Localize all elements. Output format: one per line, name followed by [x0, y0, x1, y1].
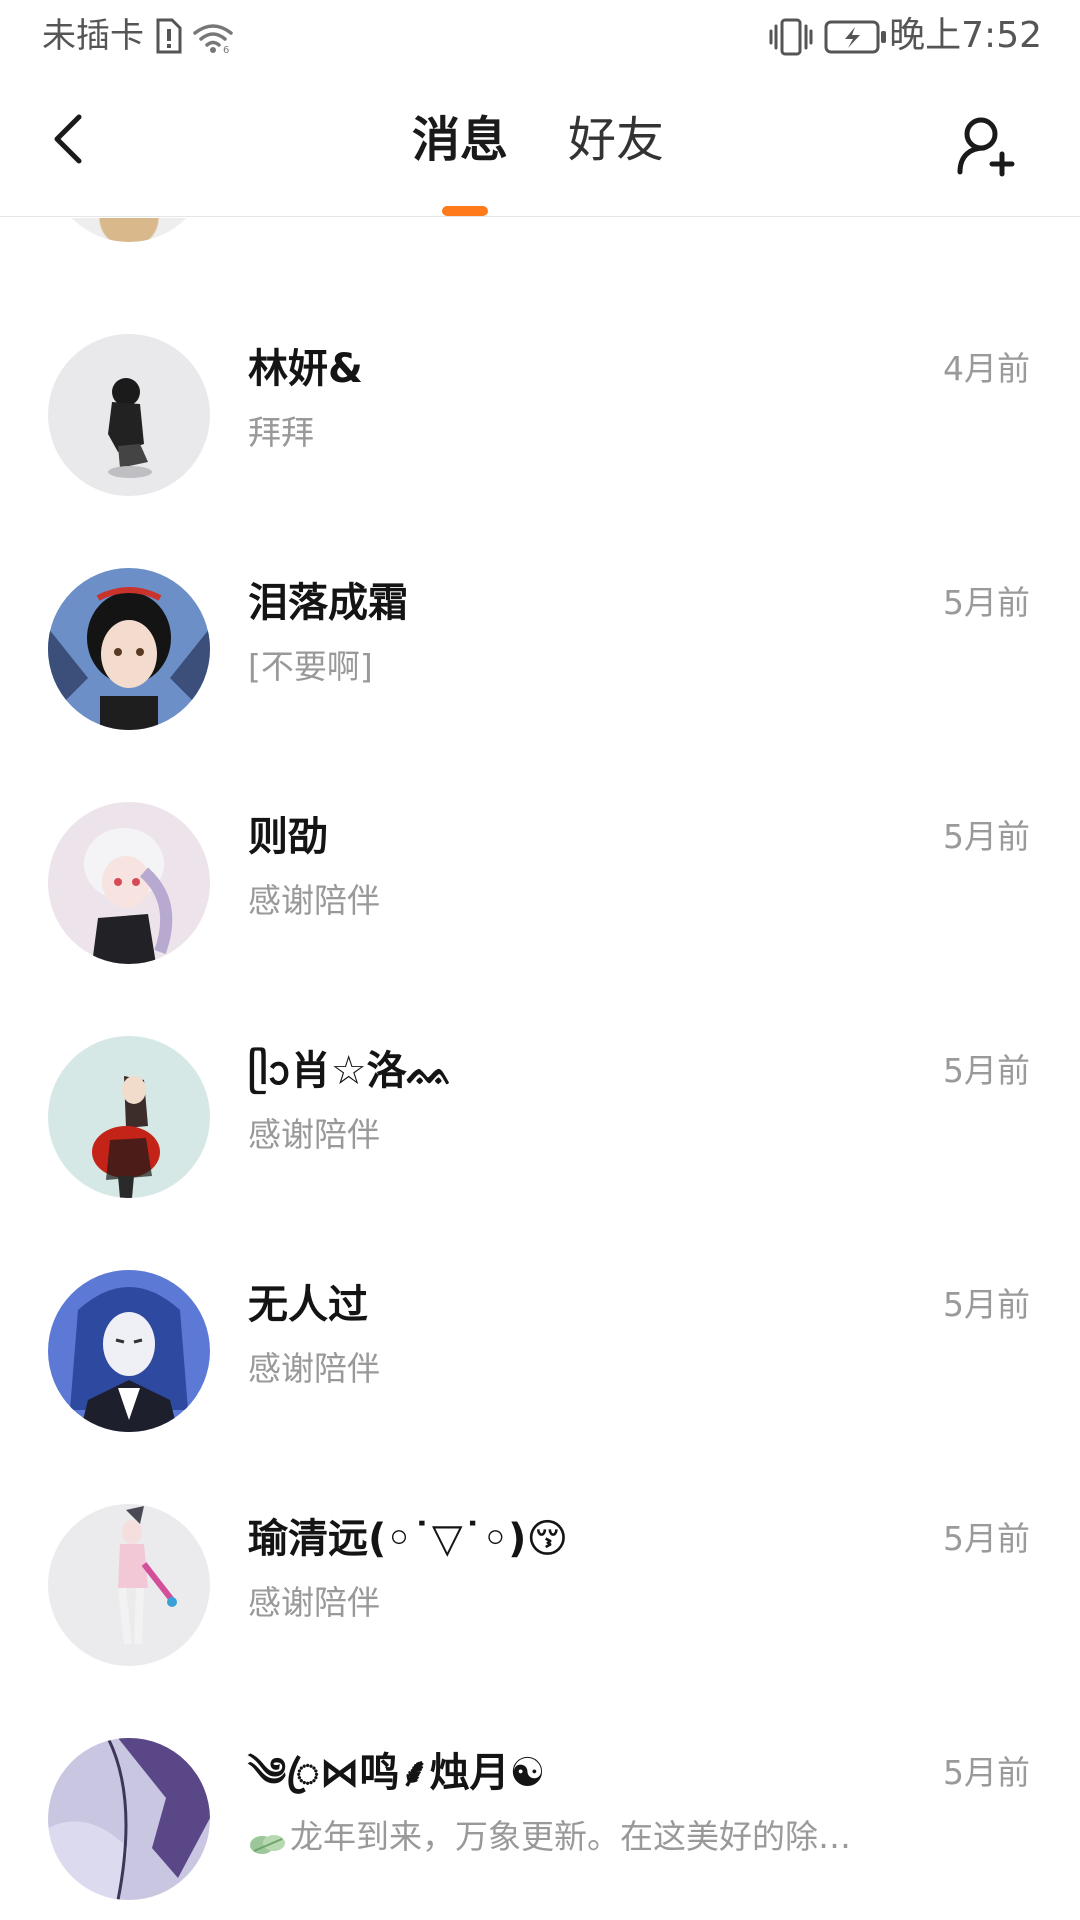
tab-friends[interactable]: 好友	[568, 110, 664, 170]
avatar[interactable]	[48, 568, 210, 730]
message-preview-text: 龙年到来，万象更新。在这美好的除…	[290, 1817, 851, 1856]
message-preview: [不要啊]	[248, 647, 373, 686]
chevron-left-icon	[49, 111, 89, 171]
message-preview: 感谢陪伴	[248, 1583, 380, 1622]
contact-name: 泪落成霜	[248, 580, 408, 626]
active-tab-indicator	[442, 206, 488, 216]
message-preview: 感谢陪伴	[248, 881, 380, 920]
message-preview: 拜拜	[248, 413, 314, 452]
message-time: 5月前	[943, 1753, 1030, 1792]
message-time: 5月前	[943, 1285, 1030, 1324]
message-time: 5月前	[943, 1519, 1030, 1558]
list-item[interactable]: 泪落成霜 [不要啊] 5月前	[0, 510, 1080, 744]
avatar[interactable]	[48, 802, 210, 964]
svg-text:6: 6	[223, 45, 229, 54]
message-preview: 感谢陪伴	[248, 1349, 380, 1388]
list-item[interactable]: ᥫᩣ肖☆洛ᨐ 感谢陪伴 5月前	[0, 978, 1080, 1212]
vibrate-icon	[768, 18, 814, 60]
avatar[interactable]	[48, 334, 210, 496]
contact-name: 林妍&	[248, 346, 363, 392]
list-item[interactable]: 瑜清远(◦˙▽˙◦)😚 感谢陪伴 5月前	[0, 1446, 1080, 1680]
list-item[interactable]: 林妍& 拜拜 4月前	[0, 276, 1080, 510]
list-item[interactable]: 无人过 感谢陪伴 5月前	[0, 1212, 1080, 1446]
message-time: 5月前	[943, 1051, 1030, 1090]
sim-alert-icon	[154, 18, 182, 58]
contact-name: 无人过	[248, 1282, 368, 1328]
clock-label: 晚上7:52	[889, 15, 1042, 56]
message-time: 4月前	[943, 349, 1030, 388]
add-friend-button[interactable]	[950, 112, 1022, 184]
contact-name: ᥫᩣ肖☆洛ᨐ	[248, 1048, 454, 1094]
message-time: 5月前	[943, 817, 1030, 856]
status-bar: 未插卡 6 晚上7:52	[0, 0, 1080, 76]
avatar[interactable]	[48, 1036, 210, 1198]
avatar[interactable]	[48, 218, 210, 242]
contact-name: ༄ꦿ⋈鸣⸙烛月☯	[248, 1750, 546, 1796]
avatar[interactable]	[48, 1270, 210, 1432]
wifi-icon: 6	[192, 22, 234, 58]
list-item[interactable]: ༄ꦿ⋈鸣⸙烛月☯ 龙年到来，万象更新。在这美好的除… 5月前	[0, 1680, 1080, 1914]
message-time: 5月前	[943, 583, 1030, 622]
leaf-emoji-icon	[248, 1825, 288, 1854]
list-item[interactable]: 则劭 感谢陪伴 5月前	[0, 744, 1080, 978]
message-preview: 感谢陪伴	[248, 1115, 380, 1154]
tab-messages[interactable]: 消息	[412, 110, 508, 170]
back-button[interactable]	[34, 106, 104, 176]
contact-name: 瑜清远(◦˙▽˙◦)😚	[248, 1516, 569, 1562]
carrier-label: 未插卡	[42, 16, 144, 56]
add-user-icon	[954, 114, 1018, 182]
battery-charging-icon	[824, 20, 888, 58]
contact-name: 则劭	[248, 814, 328, 860]
message-list[interactable]: 林妍& 拜拜 4月前 泪落成霜 [不要啊] 5月前 则劭 感谢陪伴 5月前 ᥫᩣ…	[0, 218, 1080, 1920]
avatar[interactable]	[48, 1504, 210, 1666]
avatar[interactable]	[48, 1738, 210, 1900]
top-navigation-bar: 消息 好友	[0, 76, 1080, 217]
message-preview: 龙年到来，万象更新。在这美好的除…	[248, 1814, 851, 1860]
